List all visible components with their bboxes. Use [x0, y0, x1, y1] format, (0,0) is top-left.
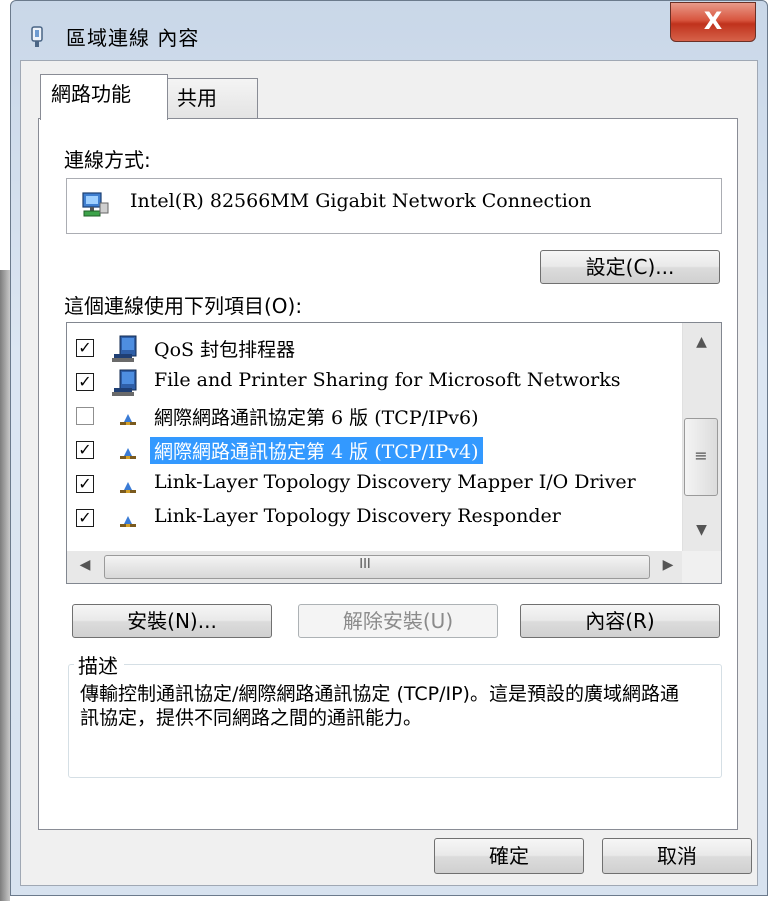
computer-icon: [112, 369, 137, 396]
item-label: File and Printer Sharing for Microsoft N…: [154, 369, 621, 391]
adapter-name: Intel(R) 82566MM Gigabit Network Connect…: [130, 190, 592, 212]
scroll-right-arrow-icon[interactable]: ▶: [654, 557, 682, 573]
item-checkbox[interactable]: ✓: [76, 339, 94, 357]
description-text: 傳輸控制通訊協定/網際網路通訊協定 (TCP/IP)。這是預設的廣域網路通訊協定…: [80, 683, 679, 729]
scroll-left-arrow-icon[interactable]: ◀: [70, 557, 100, 573]
scroll-corner: [682, 551, 721, 583]
network-card-icon: [82, 192, 109, 217]
grip-icon: ≡: [694, 446, 708, 465]
tab-sharing[interactable]: 共用: [166, 78, 258, 120]
connect-using-label: 連線方式:: [64, 148, 151, 172]
configure-button[interactable]: 設定(C)...: [540, 250, 720, 284]
item-checkbox[interactable]: [76, 407, 94, 425]
network-adapter-icon: [31, 26, 43, 47]
protocol-icon: [120, 414, 136, 425]
scroll-up-arrow-icon[interactable]: ▲: [682, 334, 721, 350]
items-label: 這個連線使用下列項目(O):: [64, 294, 303, 318]
item-checkbox[interactable]: ✓: [76, 509, 94, 527]
scroll-down-arrow-icon[interactable]: ▼: [682, 522, 721, 538]
background-window-edge: [0, 270, 10, 901]
protocol-icon: [120, 448, 136, 459]
tab-networking[interactable]: 網路功能: [40, 74, 168, 120]
item-label: Link-Layer Topology Discovery Mapper I/O…: [154, 471, 636, 493]
description-title: 描述: [74, 650, 124, 679]
item-label: Link-Layer Topology Discovery Responder: [154, 505, 561, 527]
list-item-selected[interactable]: ✓ 網際網路通訊協定第 4 版 (TCP/IPv4): [76, 434, 676, 466]
properties-button[interactable]: 內容(R): [520, 604, 720, 638]
item-label: 網際網路通訊協定第 6 版 (TCP/IPv6): [154, 407, 479, 429]
list-item[interactable]: ✓ File and Printer Sharing for Microsoft…: [76, 366, 676, 398]
ok-button[interactable]: 確定: [434, 838, 584, 874]
list-item[interactable]: 網際網路通訊協定第 6 版 (TCP/IPv6): [76, 400, 676, 432]
item-checkbox[interactable]: ✓: [76, 475, 94, 493]
list-item[interactable]: ✓ Link-Layer Topology Discovery Mapper I…: [76, 468, 676, 500]
grip-icon: III: [359, 557, 371, 572]
item-label: 網際網路通訊協定第 4 版 (TCP/IPv4): [150, 437, 483, 464]
window-title: 區域連線 內容: [66, 26, 200, 50]
close-icon[interactable]: X: [670, 4, 756, 38]
item-label: QoS 封包排程器: [154, 339, 296, 361]
install-button[interactable]: 安裝(N)...: [72, 604, 272, 638]
list-item[interactable]: ✓ QoS 封包排程器: [76, 332, 676, 364]
protocol-icon: [120, 482, 136, 493]
list-item[interactable]: ✓ Link-Layer Topology Discovery Responde…: [76, 502, 676, 534]
item-checkbox[interactable]: ✓: [76, 441, 94, 459]
cancel-button[interactable]: 取消: [602, 838, 752, 874]
protocol-icon: [120, 516, 136, 527]
computer-icon: [112, 335, 137, 362]
item-checkbox[interactable]: ✓: [76, 373, 94, 391]
uninstall-button[interactable]: 解除安裝(U): [298, 604, 498, 638]
